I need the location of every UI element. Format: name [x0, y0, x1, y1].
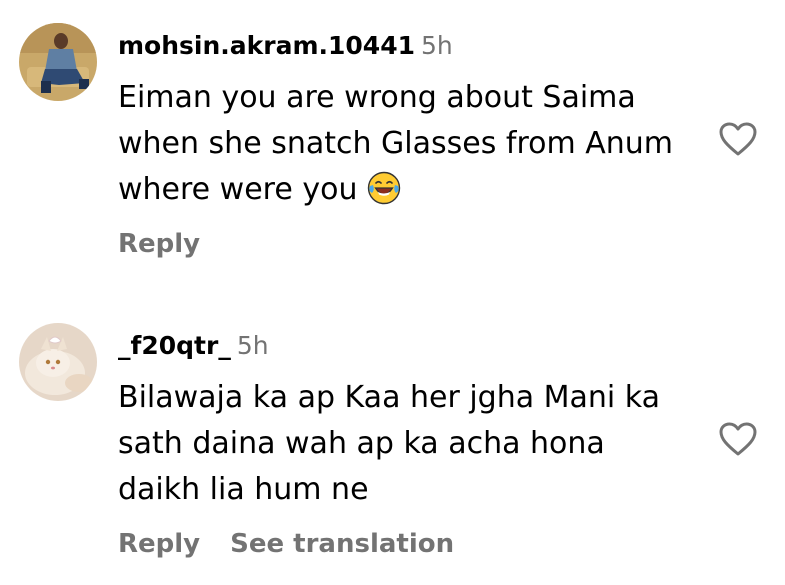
avatar[interactable] — [19, 323, 97, 401]
comment-actions: Reply — [118, 229, 200, 259]
comment-line: daikh lia hum ne — [118, 472, 369, 507]
comment-text: Bilawaja ka ap Kaa her jgha Mani ka sath… — [118, 375, 698, 513]
timestamp[interactable]: 5h — [237, 331, 269, 360]
heart-outline-icon[interactable] — [718, 421, 758, 457]
comment-line: Eiman you are wrong about Saima — [118, 80, 636, 115]
reply-button[interactable]: Reply — [118, 529, 200, 559]
username[interactable]: _f20qtr_ — [118, 331, 231, 360]
comment-line: Bilawaja ka ap Kaa her jgha Mani ka — [118, 380, 661, 415]
comment-actions: Reply See translation — [118, 529, 454, 559]
see-translation-button[interactable]: See translation — [230, 529, 454, 559]
comment-item: mohsin.akram.10441 5h Eiman you are wrong… — [0, 0, 785, 300]
comment-line: when she snatch Glasses from Anum — [118, 126, 673, 161]
heart-outline-icon[interactable] — [718, 121, 758, 157]
reply-button[interactable]: Reply — [118, 229, 200, 259]
comment-header: mohsin.akram.10441 5h — [118, 31, 453, 60]
avatar[interactable] — [19, 23, 97, 101]
comment-text: Eiman you are wrong about Saima when she… — [118, 75, 698, 213]
face-with-tears-of-joy-icon — [367, 171, 401, 205]
timestamp[interactable]: 5h — [421, 31, 453, 60]
username[interactable]: mohsin.akram.10441 — [118, 31, 415, 60]
comment-item: _f20qtr_ 5h Bilawaja ka ap Kaa her jgha M… — [0, 300, 785, 585]
comment-line: sath daina wah ap ka acha hona — [118, 426, 605, 461]
comment-header: _f20qtr_ 5h — [118, 331, 269, 360]
comment-line: where were you — [118, 172, 358, 207]
